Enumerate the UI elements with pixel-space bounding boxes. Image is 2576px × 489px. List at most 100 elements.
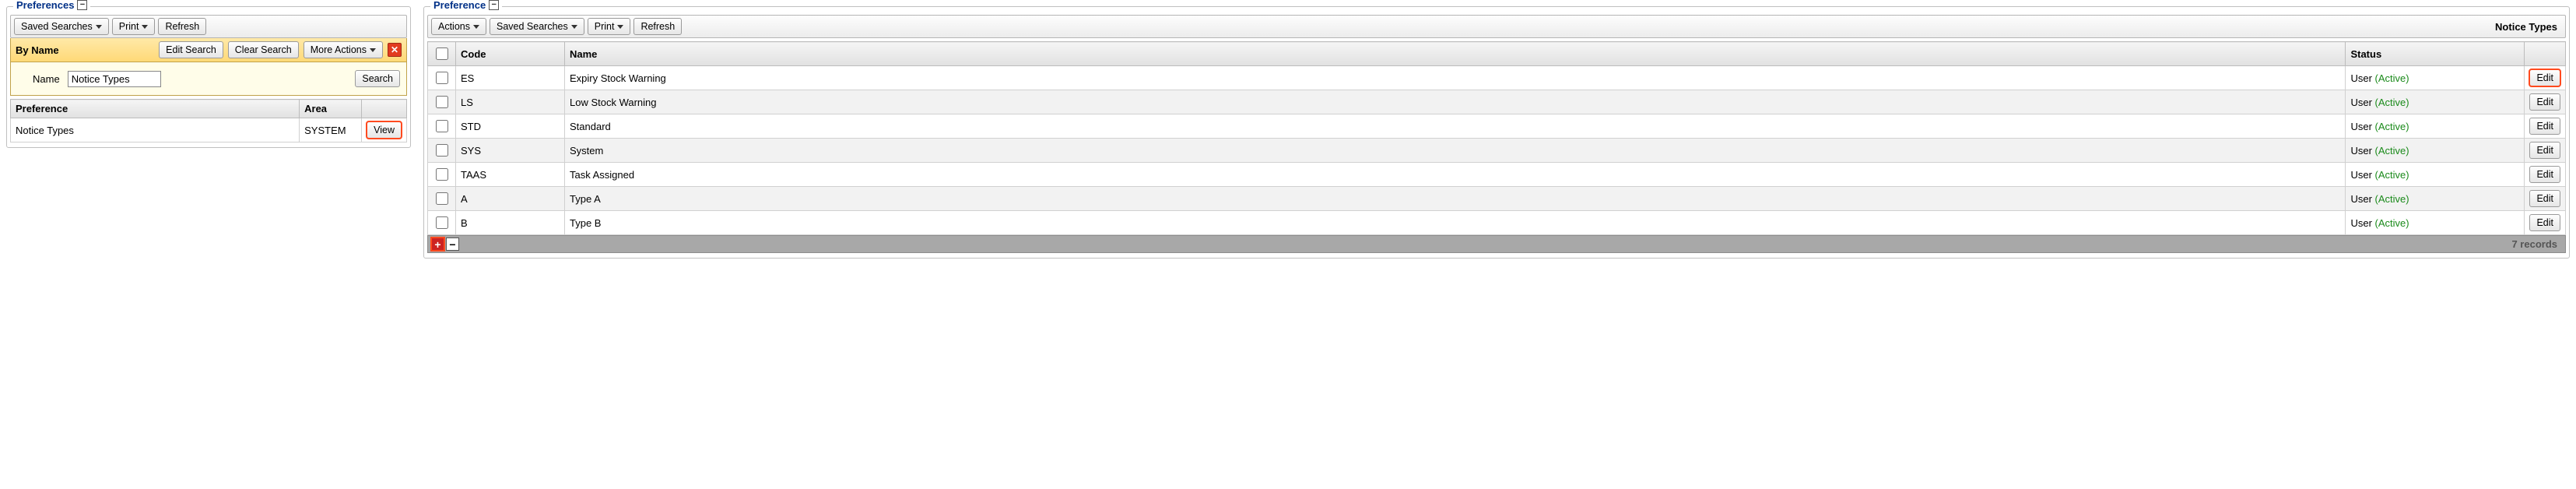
cell-status: User (Active)	[2346, 163, 2525, 187]
refresh-label: Refresh	[640, 21, 675, 32]
table-row[interactable]: Notice TypesSYSTEM View	[11, 118, 407, 142]
cell-status: User (Active)	[2346, 211, 2525, 235]
cell-status: User (Active)	[2346, 90, 2525, 114]
edit-button[interactable]: Edit	[2529, 166, 2560, 183]
cell-code: ES	[456, 66, 565, 90]
preference-panel: Preference − Actions Saved Searches Prin…	[423, 6, 2570, 259]
status-active: (Active)	[2375, 145, 2409, 157]
cell-select	[428, 187, 456, 211]
refresh-label: Refresh	[165, 21, 199, 32]
name-field-label: Name	[17, 73, 61, 85]
table-row[interactable]: ESExpiry Stock WarningUser (Active)Edit	[428, 66, 2566, 90]
record-count: 7 records	[2511, 238, 2562, 250]
saved-searches-label: Saved Searches	[21, 21, 93, 32]
cell-action: Edit	[2525, 139, 2566, 163]
row-checkbox[interactable]	[436, 120, 448, 132]
preferences-panel: Preferences − Saved Searches Print Refre…	[6, 6, 411, 148]
row-checkbox[interactable]	[436, 72, 448, 84]
edit-search-button[interactable]: Edit Search	[159, 41, 223, 58]
table-row[interactable]: SYSSystemUser (Active)Edit	[428, 139, 2566, 163]
edit-search-label: Edit Search	[166, 44, 216, 55]
cell-name: Type B	[565, 211, 2346, 235]
refresh-button[interactable]: Refresh	[158, 18, 206, 35]
print-label: Print	[595, 21, 615, 32]
col-area[interactable]: Area	[300, 100, 362, 118]
row-checkbox[interactable]	[436, 192, 448, 205]
col-preference[interactable]: Preference	[11, 100, 300, 118]
col-select	[428, 42, 456, 66]
cell-preference: Notice Types	[11, 118, 300, 142]
name-input[interactable]	[68, 71, 161, 87]
by-name-label: By Name	[16, 44, 154, 56]
remove-row-icon[interactable]: −	[446, 237, 459, 251]
saved-searches-button[interactable]: Saved Searches	[490, 18, 584, 35]
cell-name: Task Assigned	[565, 163, 2346, 187]
row-checkbox[interactable]	[436, 168, 448, 181]
select-all-checkbox[interactable]	[436, 47, 448, 60]
add-row-icon[interactable]: +	[431, 237, 444, 251]
table-row[interactable]: STDStandardUser (Active)Edit	[428, 114, 2566, 139]
refresh-button[interactable]: Refresh	[633, 18, 682, 35]
clear-search-label: Clear Search	[235, 44, 292, 55]
cell-select	[428, 90, 456, 114]
preferences-legend: Preferences −	[13, 0, 90, 11]
notice-types-grid: Code Name Status ESExpiry Stock WarningU…	[427, 41, 2566, 235]
collapse-icon[interactable]: −	[489, 0, 499, 10]
row-checkbox[interactable]	[436, 216, 448, 229]
cell-code: STD	[456, 114, 565, 139]
cell-status: User (Active)	[2346, 187, 2525, 211]
print-button[interactable]: Print	[588, 18, 631, 35]
edit-button[interactable]: Edit	[2529, 69, 2560, 86]
table-row[interactable]: TAASTask AssignedUser (Active)Edit	[428, 163, 2566, 187]
status-active: (Active)	[2375, 72, 2409, 84]
cell-code: SYS	[456, 139, 565, 163]
status-active: (Active)	[2375, 193, 2409, 205]
col-name[interactable]: Name	[565, 42, 2346, 66]
cell-area: SYSTEM	[300, 118, 362, 142]
actions-button[interactable]: Actions	[431, 18, 486, 35]
more-actions-button[interactable]: More Actions	[304, 41, 383, 58]
view-button[interactable]: View	[367, 121, 402, 139]
table-row[interactable]: LSLow Stock WarningUser (Active)Edit	[428, 90, 2566, 114]
table-row[interactable]: BType BUser (Active)Edit	[428, 211, 2566, 235]
saved-searches-button[interactable]: Saved Searches	[14, 18, 109, 35]
edit-button[interactable]: Edit	[2529, 142, 2560, 159]
edit-button[interactable]: Edit	[2529, 214, 2560, 231]
print-button[interactable]: Print	[112, 18, 156, 35]
cell-code: LS	[456, 90, 565, 114]
row-checkbox[interactable]	[436, 96, 448, 108]
cell-name: Standard	[565, 114, 2346, 139]
cell-action: Edit	[2525, 90, 2566, 114]
table-row[interactable]: AType AUser (Active)Edit	[428, 187, 2566, 211]
caret-down-icon	[370, 48, 376, 52]
search-button[interactable]: Search	[355, 70, 400, 87]
close-icon[interactable]: ✕	[388, 43, 402, 57]
cell-select	[428, 163, 456, 187]
cell-status: User (Active)	[2346, 139, 2525, 163]
cell-status: User (Active)	[2346, 114, 2525, 139]
cell-action: Edit	[2525, 211, 2566, 235]
cell-select	[428, 211, 456, 235]
col-code[interactable]: Code	[456, 42, 565, 66]
saved-searches-label: Saved Searches	[497, 21, 568, 32]
cell-code: B	[456, 211, 565, 235]
col-status[interactable]: Status	[2346, 42, 2525, 66]
status-active: (Active)	[2375, 217, 2409, 229]
cell-code: A	[456, 187, 565, 211]
edit-button[interactable]: Edit	[2529, 118, 2560, 135]
cell-name: Low Stock Warning	[565, 90, 2346, 114]
left-toolbar: Saved Searches Print Refresh	[10, 15, 407, 38]
search-row: Name Search	[10, 62, 407, 96]
cell-name: Type A	[565, 187, 2346, 211]
caret-down-icon	[96, 25, 102, 29]
cell-action: View	[362, 118, 407, 142]
right-toolbar: Actions Saved Searches Print Refresh Not…	[427, 15, 2566, 38]
edit-button[interactable]: Edit	[2529, 190, 2560, 207]
status-active: (Active)	[2375, 97, 2409, 108]
edit-button[interactable]: Edit	[2529, 93, 2560, 111]
cell-select	[428, 139, 456, 163]
print-label: Print	[119, 21, 139, 32]
clear-search-button[interactable]: Clear Search	[228, 41, 299, 58]
row-checkbox[interactable]	[436, 144, 448, 157]
collapse-icon[interactable]: −	[77, 0, 87, 10]
